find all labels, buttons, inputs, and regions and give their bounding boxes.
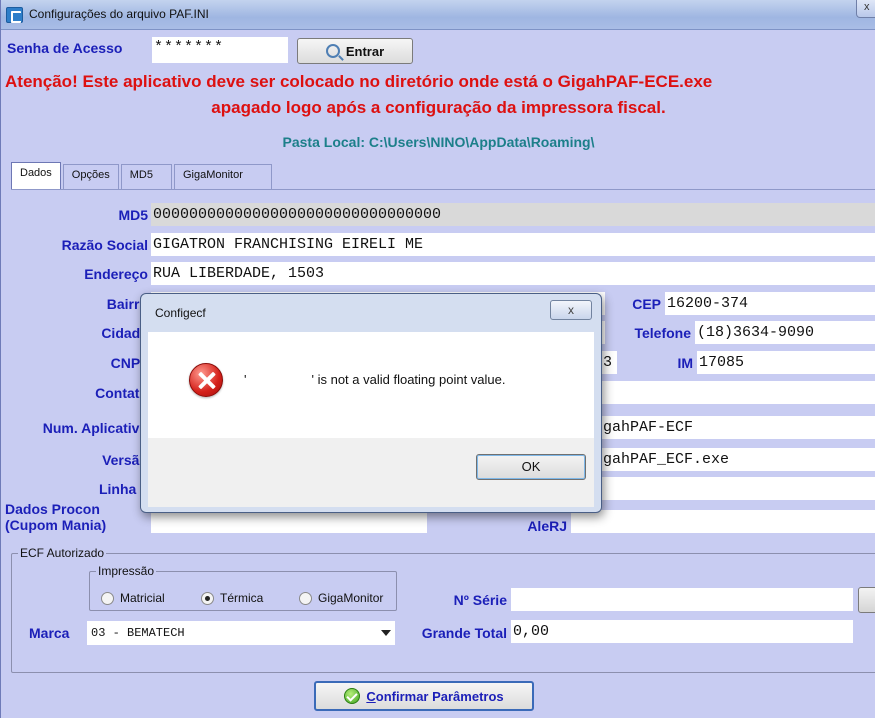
password-input[interactable]: *******	[152, 37, 288, 63]
radio-termica-label: Térmica	[220, 591, 264, 605]
procon-label-line1: Dados Procon	[5, 501, 100, 517]
tab-dados[interactable]: Dados	[11, 162, 61, 190]
dialog-title-bar: Configecf x	[141, 294, 601, 332]
main-window: Configurações do arquivo PAF.INI x Senha…	[0, 0, 875, 718]
procon-field[interactable]	[151, 510, 427, 533]
contato-label: Contato	[95, 385, 148, 401]
procon-label-line2: (Cupom Mania)	[5, 517, 107, 533]
serie-search-button[interactable]	[858, 587, 875, 613]
title-bar: Configurações do arquivo PAF.INI x	[1, 0, 875, 30]
im-label: IM	[677, 355, 693, 371]
md5-label: MD5	[118, 207, 148, 223]
dialog-title: Configecf	[155, 306, 206, 320]
bairro-label: Bairro	[106, 296, 148, 312]
alerj-field[interactable]	[571, 510, 875, 533]
marca-select[interactable]: 03 - BEMATECH	[87, 621, 395, 645]
dialog-body: ' ' is not a valid floating point value.	[148, 332, 594, 438]
procon-label: Dados Procon (Cupom Mania)	[5, 501, 149, 533]
num-aplicativo-partial: gahPAF-ECF	[603, 419, 694, 436]
warning-line-1: Atenção! Este aplicativo deve ser coloca…	[5, 72, 713, 91]
window-close-button[interactable]: x	[856, 0, 875, 18]
enter-button-label: Entrar	[345, 43, 385, 59]
confirm-button-label: Confirmar Parâmetros	[366, 688, 504, 704]
marca-label: Marca	[29, 625, 70, 641]
radio-gigamonitor-circle	[299, 591, 312, 605]
telefone-label: Telefone	[634, 325, 691, 341]
versao-partial: gahPAF_ECF.exe	[603, 451, 730, 468]
check-icon	[344, 688, 361, 704]
local-path-label: Pasta Local: C:\Users\NINO\AppData\Roami…	[282, 134, 595, 150]
radio-termica[interactable]: Térmica	[201, 591, 263, 605]
dialog-message: ' ' is not a valid floating point value.	[244, 372, 506, 387]
ok-button[interactable]: OK	[476, 454, 586, 480]
telefone-field[interactable]: (18)3634-9090	[695, 321, 875, 344]
dialog-footer: OK	[148, 438, 594, 507]
alerj-label: AleRJ	[527, 518, 567, 534]
radio-matricial-label: Matricial	[120, 591, 165, 605]
close-icon: x	[568, 303, 574, 317]
cidade-label: Cidade	[101, 325, 148, 341]
cnpj-partial: 3	[603, 354, 613, 371]
radio-gigamonitor[interactable]: GigaMonitor	[299, 591, 383, 605]
error-icon	[189, 363, 223, 397]
serie-field[interactable]	[511, 588, 853, 611]
md5-field[interactable]: 00000000000000000000000000000000	[151, 203, 875, 226]
grande-total-label: Grande Total	[421, 625, 507, 641]
magnifier-icon	[325, 44, 340, 58]
warning-line-2: apagado logo após a configuração da impr…	[211, 98, 666, 117]
endereco-label: Endereço	[84, 266, 148, 282]
ecf-group-title: ECF Autorizado	[18, 546, 107, 560]
cep-label: CEP	[632, 296, 661, 312]
password-label: Senha de Acesso	[7, 40, 123, 56]
radio-termica-circle	[201, 591, 214, 605]
linha1-label: Linha 1	[98, 481, 148, 497]
impressao-group-title: Impressão	[96, 564, 157, 578]
im-field[interactable]: 17085	[697, 351, 875, 374]
grande-total-field[interactable]: 0,00	[511, 620, 853, 643]
chevron-down-icon	[381, 630, 391, 636]
enter-button[interactable]: Entrar	[297, 38, 413, 64]
razao-social-field[interactable]: GIGATRON FRANCHISING EIRELI ME	[151, 233, 875, 256]
dialog-close-button[interactable]: x	[550, 300, 592, 320]
cep-field[interactable]: 16200-374	[665, 292, 875, 315]
tab-md5[interactable]: MD5	[120, 164, 172, 189]
close-icon: x	[864, 1, 870, 13]
confirm-button[interactable]: Confirmar Parâmetros	[314, 681, 534, 711]
app-icon	[6, 7, 23, 23]
serie-label: Nº Série	[453, 592, 507, 608]
tab-gigamonitor[interactable]: GigaMonitor	[173, 164, 272, 189]
tab-strip: Dados Opções MD5 GigaMonitor	[11, 162, 274, 190]
cnpj-label: CNPJ	[110, 355, 148, 371]
error-dialog: Configecf x ' ' is not a valid floating …	[140, 293, 602, 513]
versao-label: Versão	[102, 452, 148, 468]
radio-matricial-circle	[101, 591, 114, 605]
marca-select-value: 03 - BEMATECH	[91, 626, 185, 640]
window-title: Configurações do arquivo PAF.INI	[29, 7, 209, 21]
num-aplicativo-label: Num. Aplicativo	[42, 420, 148, 436]
tab-opcoes[interactable]: Opções	[62, 164, 119, 189]
radio-gigamonitor-label: GigaMonitor	[318, 591, 384, 605]
radio-matricial[interactable]: Matricial	[101, 591, 165, 605]
razao-social-label: Razão Social	[61, 237, 148, 253]
tab-divider	[11, 189, 875, 190]
endereco-field[interactable]: RUA LIBERDADE, 1503	[151, 262, 875, 285]
